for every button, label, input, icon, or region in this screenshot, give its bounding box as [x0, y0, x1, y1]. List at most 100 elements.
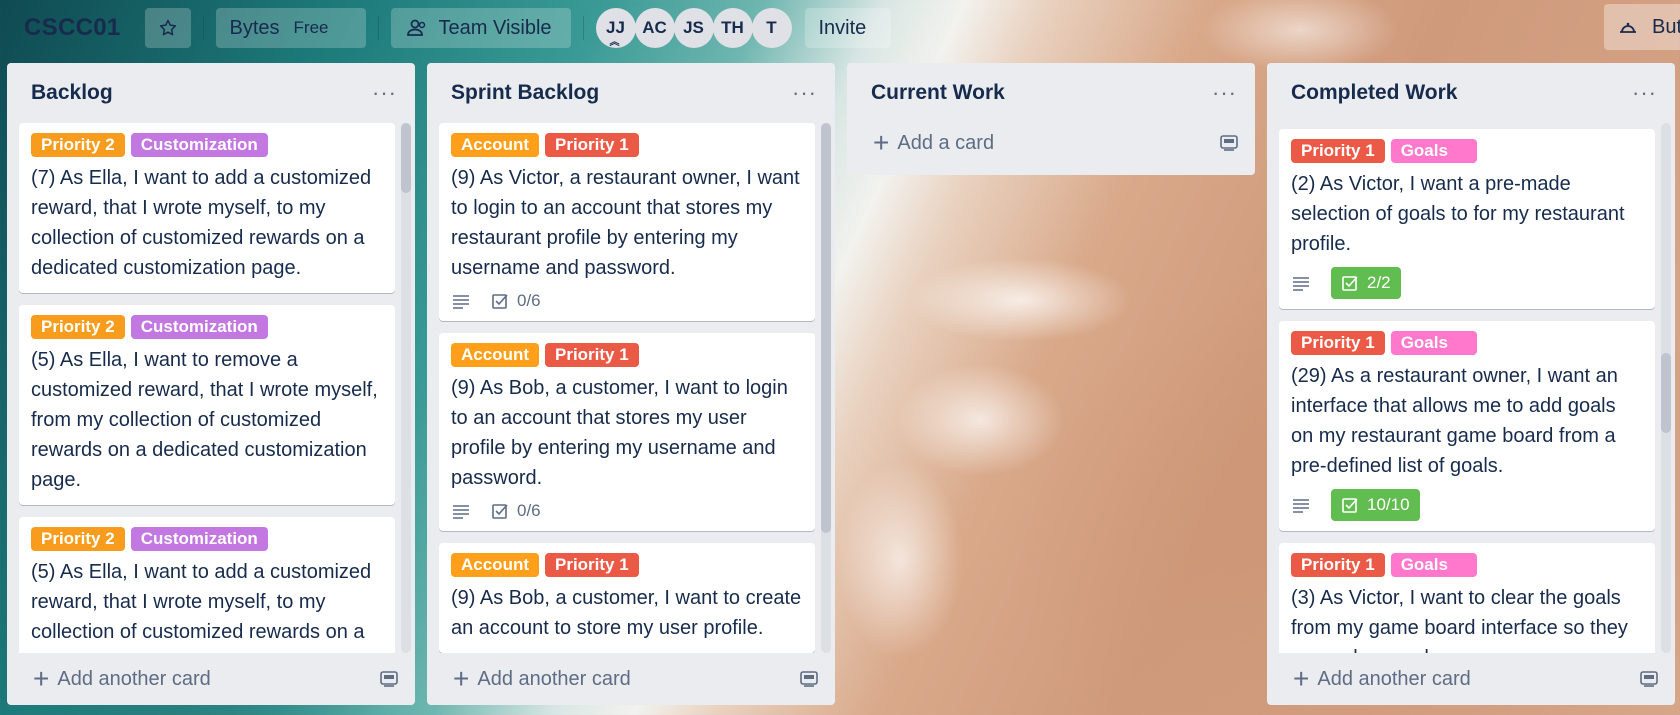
- card-template-icon[interactable]: [1219, 134, 1239, 152]
- list-menu-icon[interactable]: ···: [372, 82, 397, 104]
- label-priority-1[interactable]: Priority 1: [545, 133, 639, 157]
- add-card-button[interactable]: + Add another card: [1267, 653, 1675, 705]
- list-menu-icon[interactable]: ···: [1632, 82, 1657, 104]
- card-title: (9) As Bob, a customer, I want to create…: [451, 587, 802, 639]
- label-priority-1[interactable]: Priority 1: [1291, 553, 1385, 577]
- description-icon: [1291, 275, 1311, 291]
- star-icon: [159, 19, 176, 36]
- checklist-count: 10/10: [1367, 495, 1410, 514]
- card[interactable]: Priority 2 Customization (5) As Ella, I …: [19, 305, 395, 505]
- plus-icon: +: [873, 127, 890, 158]
- card[interactable]: Priority 1 Goals (29) As a restaurant ow…: [1279, 321, 1655, 531]
- list-scrollbar[interactable]: [1661, 123, 1671, 653]
- list-header: Completed Work ···: [1267, 63, 1675, 123]
- butler-button[interactable]: But: [1604, 4, 1680, 50]
- list-scrollbar[interactable]: [821, 123, 831, 653]
- list-title[interactable]: Sprint Backlog: [451, 81, 599, 105]
- card[interactable]: Account Priority 1 (9) As Bob, a custome…: [439, 543, 815, 653]
- butler-icon: [1620, 22, 1636, 33]
- scroll-thumb[interactable]: [821, 123, 831, 533]
- add-card-label: Add a card: [897, 131, 995, 154]
- butler-label: But: [1652, 15, 1680, 38]
- card[interactable]: Priority 1 Goals (2) As Victor, I want a…: [1279, 129, 1655, 309]
- label-priority-1[interactable]: Priority 1: [1291, 139, 1385, 163]
- card[interactable]: Priority 1 Goals (3) As Victor, I want t…: [1279, 543, 1655, 653]
- workspace-button[interactable]: Bytes Free: [215, 8, 366, 48]
- checkbox-icon: [492, 504, 508, 519]
- list-title[interactable]: Current Work: [871, 81, 1005, 105]
- label-account[interactable]: Account: [451, 133, 539, 157]
- card-labels: Priority 1 Goals: [1291, 553, 1643, 577]
- list-current-work: Current Work ··· + Add a card: [847, 63, 1255, 175]
- invite-button[interactable]: Invite: [804, 8, 891, 48]
- scroll-thumb[interactable]: [401, 123, 411, 193]
- label-priority-2[interactable]: Priority 2: [31, 133, 125, 157]
- card[interactable]: Priority 2 Customization (5) As Ella, I …: [19, 517, 395, 653]
- checkbox-icon: [1342, 498, 1358, 513]
- add-card-button[interactable]: + Add another card: [7, 653, 415, 705]
- card-labels: Priority 1 Goals: [1291, 331, 1643, 355]
- list-title[interactable]: Completed Work: [1291, 81, 1457, 105]
- header-divider: [377, 16, 379, 40]
- add-card-label: Add another card: [57, 667, 211, 690]
- avatar[interactable]: JS: [673, 8, 714, 48]
- checklist-badge: 0/6: [491, 501, 541, 521]
- label-account[interactable]: Account: [451, 553, 539, 577]
- card[interactable]: Priority 2 Customization (7) As Ella, I …: [19, 123, 395, 293]
- list-completed-work: Completed Work ··· Priority 1 Goals (2) …: [1267, 63, 1675, 705]
- avatar[interactable]: T: [751, 8, 792, 48]
- visibility-button[interactable]: Team Visible: [390, 8, 571, 48]
- card-template-icon[interactable]: [1639, 670, 1659, 688]
- checklist-badge: 0/6: [491, 291, 541, 311]
- label-priority-1[interactable]: Priority 1: [545, 553, 639, 577]
- card-title: (2) As Victor, I want a pre-made selecti…: [1291, 173, 1625, 255]
- checklist-complete-badge: 2/2: [1331, 267, 1401, 299]
- add-card-button[interactable]: + Add another card: [427, 653, 835, 705]
- card-template-icon[interactable]: [799, 670, 819, 688]
- label-priority-2[interactable]: Priority 2: [31, 527, 125, 551]
- header-divider: [202, 16, 204, 40]
- avatar-initials: AC: [642, 18, 667, 37]
- card[interactable]: Account Priority 1 (9) As Bob, a custome…: [439, 333, 815, 531]
- list-title[interactable]: Backlog: [31, 81, 113, 105]
- list-menu-icon[interactable]: ···: [1212, 82, 1237, 104]
- list-scrollbar[interactable]: [401, 123, 411, 653]
- label-goals[interactable]: Goals: [1390, 139, 1477, 163]
- card-title: (5) As Ella, I want to add a customized …: [31, 561, 372, 653]
- card-title: (5) As Ella, I want to remove a customiz…: [31, 349, 378, 491]
- label-customization[interactable]: Customization: [130, 133, 268, 157]
- list-menu-icon[interactable]: ···: [792, 82, 817, 104]
- avatar[interactable]: TH: [712, 8, 753, 48]
- card-title: (9) As Bob, a customer, I want to login …: [451, 377, 788, 489]
- avatar-initials: T: [766, 18, 777, 37]
- card-container: Priority 1 Goals (2) As Victor, I want a…: [1267, 123, 1675, 653]
- card-template-icon[interactable]: [379, 670, 399, 688]
- list-backlog: Backlog ··· Priority 2 Customization (7)…: [7, 63, 415, 705]
- label-priority-2[interactable]: Priority 2: [31, 315, 125, 339]
- checkbox-icon: [492, 294, 508, 309]
- card-title: (29) As a restaurant owner, I want an in…: [1291, 365, 1618, 477]
- description-icon: [451, 503, 471, 519]
- board-title[interactable]: CSCC01: [24, 14, 121, 42]
- label-account[interactable]: Account: [451, 343, 539, 367]
- card-badges: 0/6: [451, 291, 803, 311]
- card-container: Priority 2 Customization (7) As Ella, I …: [7, 123, 415, 653]
- avatar[interactable]: JJ ︽: [595, 8, 636, 48]
- label-customization[interactable]: Customization: [130, 315, 268, 339]
- label-goals[interactable]: Goals: [1390, 553, 1477, 577]
- avatar[interactable]: AC: [634, 8, 675, 48]
- add-card-button[interactable]: + Add a card: [847, 117, 1255, 169]
- checklist-count: 0/6: [517, 291, 541, 310]
- star-button[interactable]: [144, 8, 191, 48]
- card-title: (3) As Victor, I want to clear the goals…: [1291, 587, 1628, 653]
- list-header: Backlog ···: [7, 63, 415, 123]
- label-customization[interactable]: Customization: [130, 527, 268, 551]
- header-divider: [582, 16, 584, 40]
- card[interactable]: Account Priority 1 (9) As Victor, a rest…: [439, 123, 815, 321]
- card-badges: 0/6: [451, 501, 803, 521]
- label-priority-1[interactable]: Priority 1: [545, 343, 639, 367]
- label-goals[interactable]: Goals: [1390, 331, 1477, 355]
- scroll-thumb[interactable]: [1661, 353, 1671, 433]
- plus-icon: +: [453, 663, 470, 694]
- label-priority-1[interactable]: Priority 1: [1291, 331, 1385, 355]
